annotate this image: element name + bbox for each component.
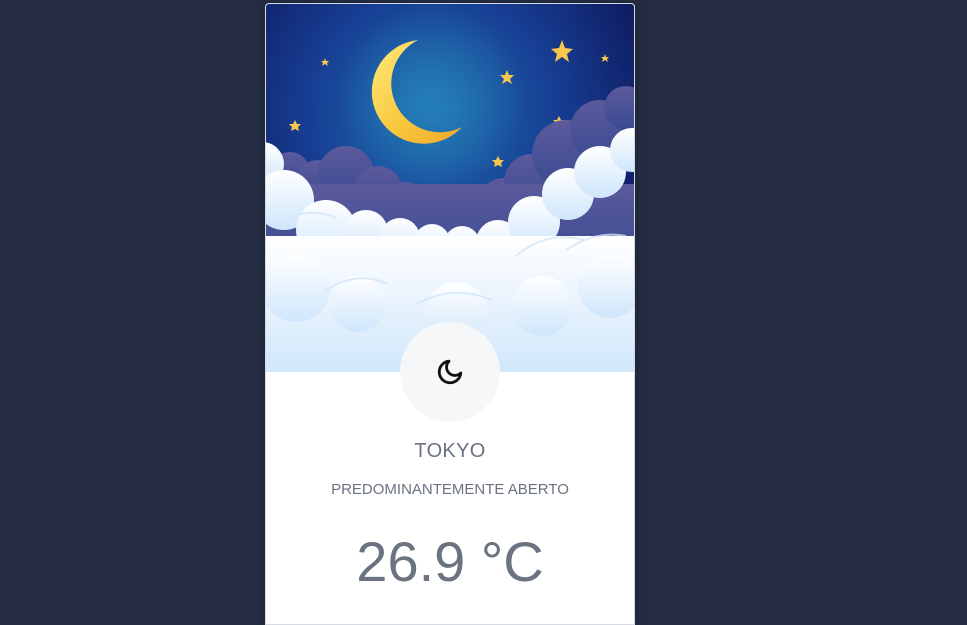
city-name: TOKYO xyxy=(414,440,486,462)
weather-condition: PREDOMINANTEMENTE ABERTO xyxy=(331,481,569,498)
weather-icon-badge xyxy=(400,322,500,422)
weather-card: TOKYO PREDOMINANTEMENTE ABERTO 26.9 °C xyxy=(265,3,635,625)
temperature-value: 26.9 °C xyxy=(356,530,544,593)
moon-icon xyxy=(437,359,463,385)
night-sky-illustration xyxy=(266,4,634,372)
